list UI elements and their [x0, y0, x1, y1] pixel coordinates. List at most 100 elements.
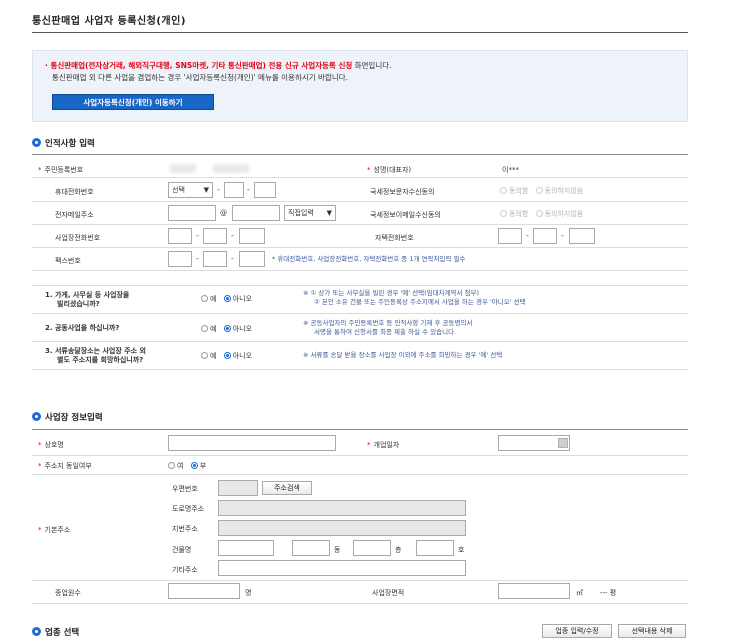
question-3-yes-radio[interactable]: [201, 352, 208, 359]
email-agree-radio[interactable]: [500, 210, 507, 217]
email-id-input[interactable]: [168, 205, 216, 221]
question-2-label: 2. 공동사업을 하십니까?: [45, 324, 120, 332]
mobile-label: 휴대전화번호: [55, 188, 94, 196]
question-2-no-radio[interactable]: [223, 325, 231, 332]
office-phone-label: 사업장전화번호: [55, 234, 101, 242]
email-consent-label: 국세정보이메일수신동의: [370, 211, 441, 219]
business-section-heading: 사업장 정보입력: [32, 411, 103, 423]
home-phone-middle-input[interactable]: [533, 228, 557, 244]
email-domain-select[interactable]: 직접입력 ▼: [284, 205, 336, 221]
row-divider: [32, 224, 688, 225]
ho-unit: 호: [458, 546, 465, 554]
business-table-top-border: [32, 429, 688, 430]
base-address-label: * 기본주소: [38, 526, 71, 534]
fax-label: 팩스번호: [55, 257, 81, 265]
building-ho-input[interactable]: [416, 540, 454, 556]
personal-table-top-border: [32, 154, 688, 155]
row-divider: [32, 474, 688, 475]
section-bullet-icon: [32, 138, 41, 147]
calendar-icon[interactable]: [558, 438, 568, 448]
mobile-prefix-select[interactable]: 선택 ▼: [168, 182, 213, 198]
question-1-no-radio[interactable]: [223, 295, 231, 302]
question-3-label: 3. 서류송달장소는 사업장 주소 외 별도 주소지를 희망하십니까?: [45, 347, 146, 364]
notice-line-2: 통신판매업 외 다른 사업을 겸업하는 경우 '사업자등록신청(개인)' 메뉴를…: [52, 73, 349, 82]
row-divider: [32, 270, 688, 271]
question-1-radios: 예 아니오: [201, 294, 257, 304]
dong-unit: 동: [334, 546, 341, 554]
email-at-sign: @: [220, 209, 227, 217]
industry-input-button[interactable]: 업종 입력/수정: [542, 624, 612, 638]
trade-name-input[interactable]: [168, 435, 336, 451]
office-phone-middle-input[interactable]: [203, 228, 227, 244]
office-phone-last-input[interactable]: [239, 228, 265, 244]
other-address-input[interactable]: [218, 560, 466, 576]
postal-code-label: 우편번호: [172, 485, 198, 493]
go-to-general-registration-button[interactable]: 사업자등록신청(개인) 이동하기: [52, 94, 214, 110]
building-name-input[interactable]: [218, 540, 274, 556]
chevron-down-icon: ▼: [326, 209, 332, 217]
section-bullet-icon: [32, 627, 41, 636]
question-2-radios: 예 아니오: [201, 324, 257, 334]
row-divider: [32, 201, 688, 202]
same-address-label: * 주소지 동일여부: [38, 462, 92, 470]
trade-name-label: * 상호명: [38, 441, 64, 449]
row-divider: [32, 341, 688, 342]
mobile-last-input[interactable]: [254, 182, 276, 198]
fax-middle-input[interactable]: [203, 251, 227, 267]
questions-top-border: [32, 285, 688, 286]
question-1-label: 1. 가게, 사무실 등 사업장을 빌리셨습니까?: [45, 291, 130, 308]
sms-agree-radio[interactable]: [500, 187, 507, 194]
question-3-no-radio[interactable]: [223, 352, 231, 359]
question-2-yes-radio[interactable]: [201, 325, 208, 332]
question-3-radios: 예 아니오: [201, 351, 257, 361]
area-input[interactable]: [498, 583, 570, 599]
email-domain-input[interactable]: [232, 205, 280, 221]
page-title: 통신판매업 사업자 등록신청(개인): [32, 16, 186, 27]
email-label: 전자메일주소: [55, 211, 94, 219]
notice-line-1-rest: 화면입니다.: [352, 61, 392, 70]
employees-label: 종업원수: [55, 589, 81, 597]
delete-selection-button[interactable]: 선택내용 삭제: [618, 624, 686, 638]
email-consent-radios: 동의함 동의하지않음: [500, 209, 588, 219]
same-address-yes-radio[interactable]: [168, 462, 175, 469]
sms-consent-radios: 동의함 동의하지않음: [500, 186, 588, 196]
email-disagree-radio[interactable]: [535, 210, 543, 217]
question-1-note: ※ ① 상가 또는 사무실을 빌린 경우 '예' 선택(임대차계약서 첨부) ② …: [303, 289, 526, 306]
office-phone-area-input[interactable]: [168, 228, 192, 244]
rrn-masked-value-2: [213, 164, 249, 173]
building-name-label: 건물명: [172, 546, 192, 554]
row-divider: [32, 455, 688, 456]
same-address-no-radio[interactable]: [190, 462, 198, 469]
row-divider: [32, 313, 688, 314]
employees-input[interactable]: [168, 583, 240, 599]
notice-line-1: · 통신판매업(전자상거래, 해외직구대행, SNS마켓, 기타 통신판매업) …: [45, 61, 392, 70]
row-divider: [32, 247, 688, 248]
rrn-label: * 주민등록번호: [38, 166, 84, 174]
section-bullet-icon: [32, 412, 41, 421]
home-phone-area-input[interactable]: [498, 228, 522, 244]
industry-section-heading: 업종 선택: [32, 626, 79, 638]
rrn-masked-value: [170, 164, 196, 173]
question-3-note: ※ 서류를 송달 받을 장소를 사업장 이외에 주소를 희망하는 경우 '예' …: [303, 351, 503, 359]
phone-required-note: * 휴대전화번호, 사업장전화번호, 자택전화번호 중 1개 연락처입력 필수: [272, 255, 466, 263]
sms-consent-label: 국세정보문자수신동의: [370, 188, 435, 196]
jibun-address-input: [218, 520, 466, 536]
row-divider: [32, 603, 688, 604]
name-label: * 성명(대표자): [367, 166, 412, 174]
row-divider: [32, 580, 688, 581]
open-date-label: * 개업일자: [367, 441, 400, 449]
road-address-label: 도로명주소: [172, 505, 205, 513]
address-search-button[interactable]: 주소검색: [262, 481, 312, 495]
home-phone-last-input[interactable]: [569, 228, 595, 244]
fax-area-input[interactable]: [168, 251, 192, 267]
question-1-yes-radio[interactable]: [201, 295, 208, 302]
jibun-address-label: 지번주소: [172, 525, 198, 533]
fax-last-input[interactable]: [239, 251, 265, 267]
area-unit: ㎡: [576, 589, 583, 597]
mobile-middle-input[interactable]: [224, 182, 244, 198]
building-dong-input[interactable]: [292, 540, 330, 556]
sms-disagree-radio[interactable]: [535, 187, 543, 194]
road-address-input: [218, 500, 466, 516]
building-floor-input[interactable]: [353, 540, 391, 556]
area-label: 사업장면적: [372, 589, 405, 597]
